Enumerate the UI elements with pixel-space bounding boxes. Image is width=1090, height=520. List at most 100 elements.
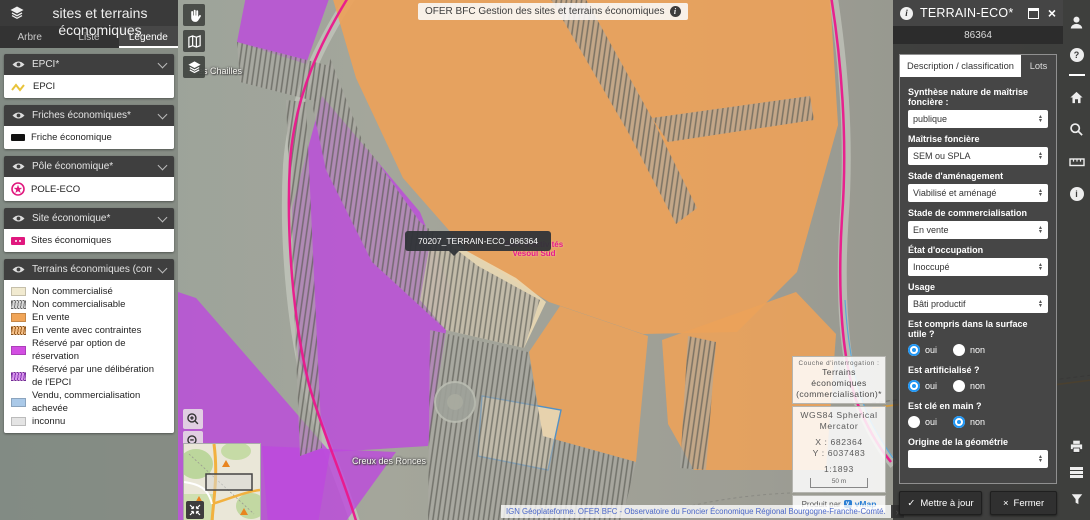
map-status-stack: Couche d'interrogation : Terrains économ… [792, 356, 886, 513]
stade-amenagement-select[interactable]: Viabilisé et aménagé ▲▼ [908, 184, 1048, 202]
field-etat-occupation: État d'occupation Inoccupé ▲▼ [908, 245, 1048, 276]
legend-section-site-header[interactable]: Site économique* [4, 208, 174, 229]
user-button[interactable] [1068, 14, 1085, 31]
stade-commercialisation-select[interactable]: En vente ▲▼ [908, 221, 1048, 239]
radio-non[interactable]: non [953, 416, 985, 428]
close-button-label: Fermer [1014, 498, 1045, 509]
measure-button[interactable] [1068, 153, 1085, 170]
legend-section-friches-header[interactable]: Friches économiques* [4, 105, 174, 126]
chevron-down-icon [158, 109, 168, 119]
radio-label: non [970, 417, 985, 427]
legend-item-label: Réservé par option de réservation [32, 337, 167, 363]
radio-group-label: Est artificialisé ? [908, 365, 1048, 375]
eye-icon[interactable] [12, 214, 25, 223]
radio-group-cle-en-main: Est clé en main ? oui non [908, 401, 1048, 428]
maximize-icon[interactable] [1028, 8, 1039, 19]
update-button-label: Mettre à jour [920, 498, 973, 509]
radio-dot-selected[interactable] [908, 344, 920, 356]
legend-item-label: En vente avec contraintes [32, 324, 141, 337]
select-arrows-icon: ▲▼ [1038, 455, 1043, 463]
ruler-icon [1069, 156, 1085, 168]
legend-item: Vendu, commercialisation achevée [11, 389, 167, 415]
right-icon-rail: ? i [1063, 0, 1090, 520]
tab-liste[interactable]: Liste [59, 26, 118, 48]
coordinate-y: Y : 6037483 [795, 448, 883, 459]
eye-icon[interactable] [12, 265, 25, 274]
query-layer-card: Couche d'interrogation : Terrains économ… [792, 356, 886, 404]
legend-section-title: Friches économiques* [32, 110, 152, 121]
home-button[interactable] [1068, 89, 1085, 106]
radio-group-label: Est compris dans la surface utile ? [908, 319, 1048, 339]
legend-item: Réservé par une délibération de l'EPCI [11, 363, 167, 389]
panel-actions: ✓ Mettre à jour × Fermer [899, 491, 1057, 515]
panel-title: TERRAIN-ECO* [920, 6, 1021, 20]
layers-button[interactable] [183, 56, 205, 78]
tab-description-classification[interactable]: Description / classification [900, 55, 1021, 77]
filter-button[interactable] [1068, 490, 1085, 507]
radio-dot[interactable] [953, 344, 965, 356]
field-stade-commercialisation: Stade de commercialisation En vente ▲▼ [908, 208, 1048, 239]
overview-collapse-button[interactable] [186, 501, 204, 519]
origine-geometrie-select[interactable]: ▲▼ [908, 450, 1048, 468]
search-button[interactable] [1068, 121, 1085, 138]
legend-section-epci: EPCI* EPCI [4, 54, 174, 98]
update-button[interactable]: ✓ Mettre à jour [899, 491, 982, 515]
legend-section-terrains-header[interactable]: Terrains économiques (comme... [4, 259, 174, 280]
epci-line-swatch [11, 82, 27, 92]
radio-dot-selected[interactable] [953, 416, 965, 428]
zoom-in-button[interactable] [183, 409, 203, 429]
radio-oui[interactable]: oui [908, 380, 937, 392]
status-swatch [11, 346, 26, 355]
overview-map[interactable] [183, 443, 261, 520]
select-arrows-icon: ▲▼ [1038, 152, 1043, 160]
help-button[interactable]: ? [1068, 46, 1085, 63]
basemap-button[interactable] [183, 30, 205, 52]
print-button[interactable] [1068, 438, 1085, 455]
radio-oui[interactable]: oui [908, 416, 937, 428]
pole-eco-star-swatch [11, 182, 25, 196]
etat-occupation-select[interactable]: Inoccupé ▲▼ [908, 258, 1048, 276]
radio-dot-selected[interactable] [908, 380, 920, 392]
info-button[interactable]: i [1068, 185, 1085, 202]
rail-divider [1069, 74, 1085, 76]
tab-lots[interactable]: Lots [1021, 55, 1056, 77]
status-swatch [11, 326, 26, 335]
legend-section-epci-header[interactable]: EPCI* [4, 54, 174, 75]
radio-dot[interactable] [953, 380, 965, 392]
collapse-arrows-icon [189, 504, 201, 516]
chevron-down-icon [158, 58, 168, 68]
radio-non[interactable]: non [953, 344, 985, 356]
attribute-table-button[interactable] [1068, 464, 1085, 481]
select-value: SEM ou SPLA [913, 151, 971, 161]
select-arrows-icon: ▲▼ [1038, 226, 1043, 234]
tab-legende[interactable]: Légende [119, 26, 178, 48]
panel-tabs: Description / classification Lots [900, 55, 1056, 77]
radio-group-surface-utile: Est compris dans la surface utile ? oui … [908, 319, 1048, 356]
feature-panel-header: i TERRAIN-ECO* × [893, 0, 1063, 26]
close-icon[interactable]: × [1048, 7, 1056, 19]
eye-icon[interactable] [12, 111, 25, 120]
tab-arbre[interactable]: Arbre [0, 26, 59, 48]
legend-item-label: Vendu, commercialisation achevée [32, 389, 167, 415]
eye-icon[interactable] [12, 162, 25, 171]
pan-tool-button[interactable] [183, 4, 205, 26]
maitrise-select[interactable]: SEM ou SPLA ▲▼ [908, 147, 1048, 165]
eye-icon[interactable] [12, 60, 25, 69]
banner-info-icon[interactable]: i [670, 6, 681, 17]
field-label: Usage [908, 282, 1048, 292]
close-button[interactable]: × Fermer [990, 491, 1057, 515]
hand-icon [187, 8, 202, 23]
usage-select[interactable]: Bâti productif ▲▼ [908, 295, 1048, 313]
radio-non[interactable]: non [953, 380, 985, 392]
radio-dot[interactable] [908, 416, 920, 428]
synthese-select[interactable]: publique ▲▼ [908, 110, 1048, 128]
radio-oui[interactable]: oui [908, 344, 937, 356]
home-icon [1069, 90, 1084, 105]
feature-id: 86364 [893, 26, 1063, 44]
legend-section-friches: Friches économiques* Friche économique [4, 105, 174, 149]
search-icon [1069, 122, 1084, 137]
map-scale: 1:1893 [795, 464, 883, 475]
legend-item-label: Non commercialisable [32, 298, 125, 311]
legend-section-pole-header[interactable]: Pôle économique* [4, 156, 174, 177]
layers-sidebar: sites et terrains économiques Arbre List… [0, 0, 178, 520]
